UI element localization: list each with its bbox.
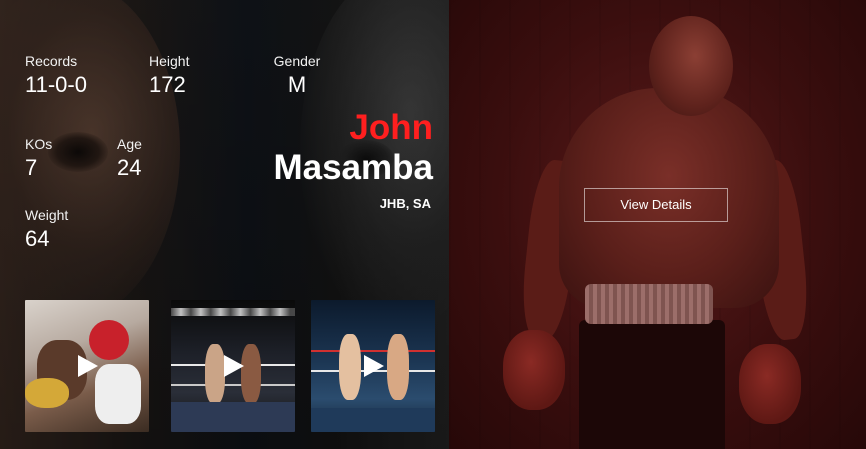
- fighter-profile-card: Records 11-0-0 Height 172 Gender M KOs 7…: [0, 0, 866, 449]
- play-icon[interactable]: [364, 355, 384, 377]
- boxer-head: [649, 16, 733, 116]
- video-thumbnail-2[interactable]: [171, 300, 295, 432]
- fighter-hero-panel: View Details: [449, 0, 866, 449]
- stat-records: Records 11-0-0: [25, 53, 87, 98]
- fighter-name: John Masamba: [273, 108, 433, 188]
- thumbnail-shape: [89, 320, 129, 360]
- boxer-figure: [241, 344, 261, 404]
- ring-floor: [311, 408, 435, 432]
- boxer-shorts: [579, 320, 725, 449]
- boxing-glove: [739, 344, 801, 424]
- thumbnail-shape: [25, 378, 69, 408]
- stat-height-label: Height: [149, 53, 190, 69]
- stat-kos-value: 7: [25, 155, 38, 180]
- ring-rope: [311, 350, 435, 352]
- stat-kos: KOs 7: [25, 136, 52, 181]
- stat-age-value: 24: [117, 155, 142, 180]
- stat-height-value: 172: [149, 72, 186, 97]
- stat-records-value: 11-0-0: [25, 72, 87, 97]
- stat-weight-label: Weight: [25, 207, 69, 223]
- play-icon[interactable]: [78, 355, 98, 377]
- play-icon[interactable]: [224, 355, 244, 377]
- stat-weight: Weight 64: [25, 207, 68, 252]
- stat-weight-value: 64: [25, 226, 50, 251]
- fighter-location: JHB, SA: [379, 196, 431, 211]
- boxer-figure: [387, 334, 409, 400]
- boxer-figure: [205, 344, 225, 404]
- view-details-button[interactable]: View Details: [584, 188, 728, 222]
- stat-gender: Gender M: [273, 53, 321, 98]
- boxer-figure: [339, 334, 361, 400]
- stat-records-label: Records: [25, 53, 78, 69]
- boxing-glove: [503, 330, 565, 410]
- stat-gender-value: M: [287, 72, 307, 97]
- stat-height: Height 172: [149, 53, 189, 98]
- fighter-last-name: Masamba: [273, 148, 433, 187]
- stat-age: Age 24: [117, 136, 142, 181]
- thumbnail-shape: [95, 364, 141, 424]
- video-thumbnail-1[interactable]: [25, 300, 149, 432]
- video-thumbnail-3[interactable]: [311, 300, 435, 432]
- arena-lights: [171, 308, 295, 316]
- stat-age-label: Age: [117, 136, 142, 152]
- ring-rope: [171, 384, 295, 386]
- fighter-stats-panel: Records 11-0-0 Height 172 Gender M KOs 7…: [0, 0, 449, 449]
- stat-gender-label: Gender: [273, 53, 321, 69]
- stat-kos-label: KOs: [25, 136, 53, 152]
- ring-floor: [171, 402, 295, 432]
- fighter-first-name: John: [349, 108, 433, 147]
- boxer-waistband: [585, 284, 713, 324]
